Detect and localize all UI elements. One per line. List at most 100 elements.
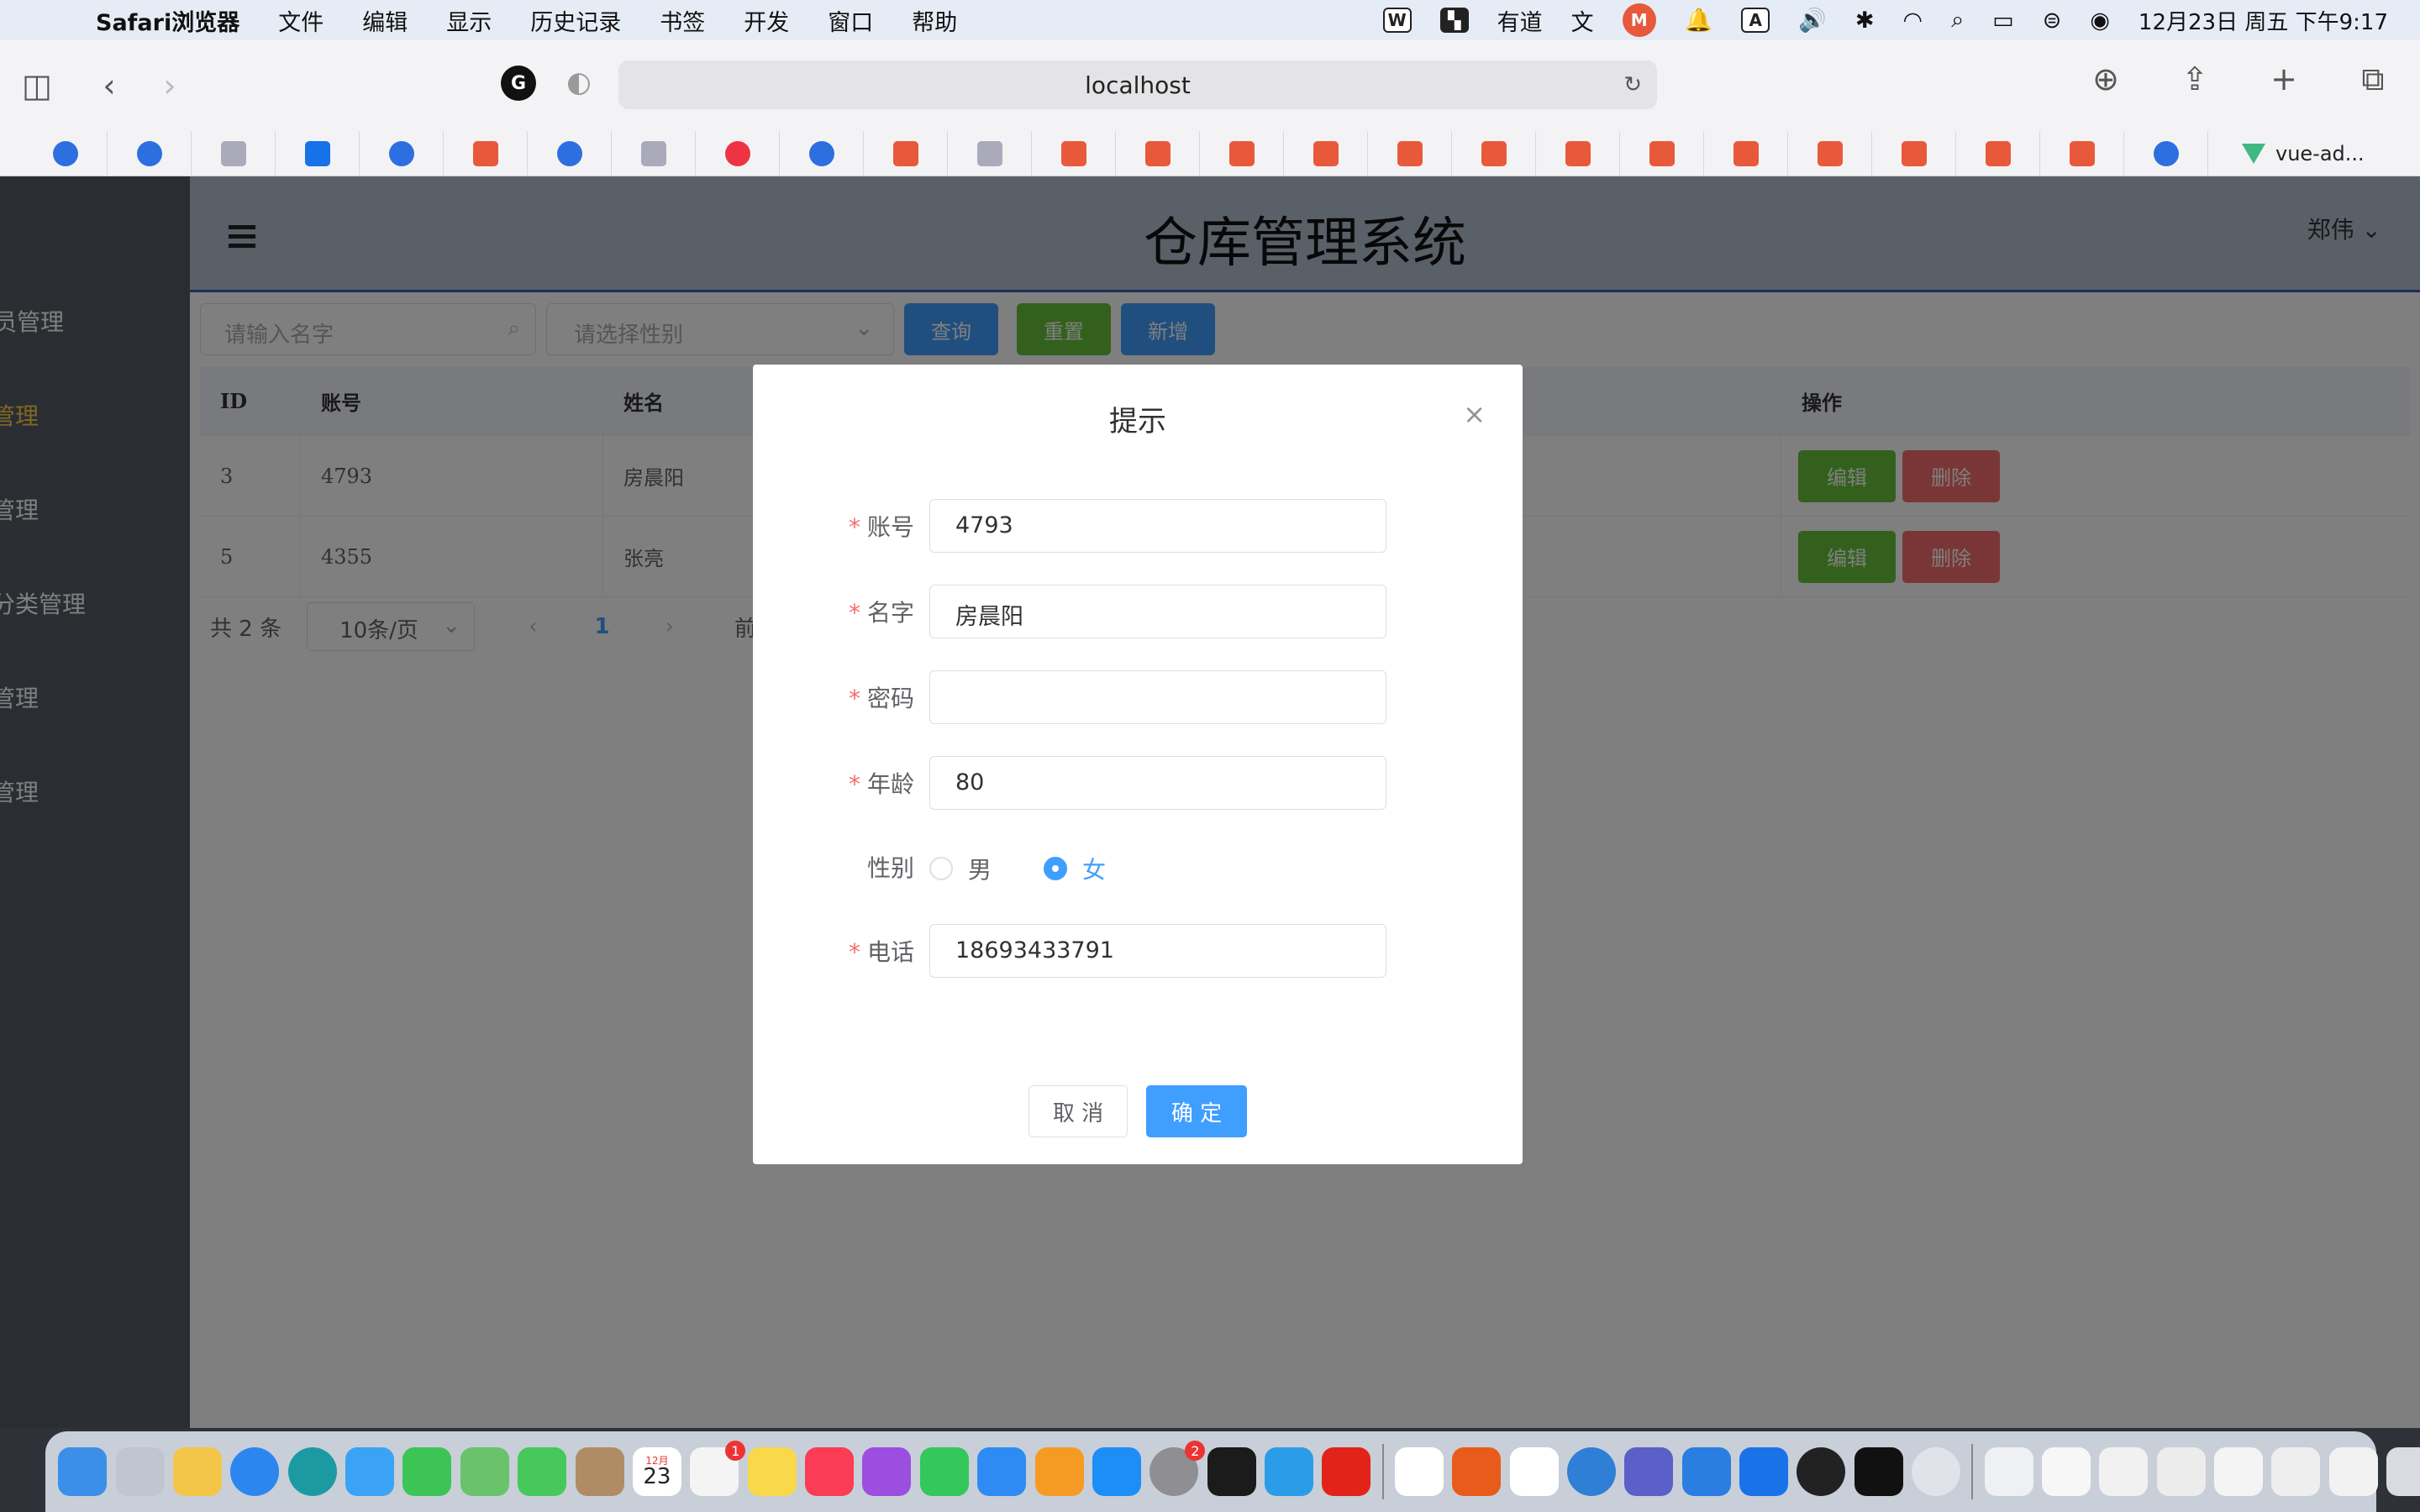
github-extension-icon[interactable]: G (501, 66, 536, 101)
wps-status-icon[interactable]: W (1382, 8, 1412, 33)
menu-file[interactable]: 文件 (278, 4, 324, 37)
bookmark-csdn[interactable] (1452, 130, 1536, 176)
menu-view[interactable]: 显示 (446, 4, 492, 37)
intellij-icon[interactable] (1854, 1447, 1903, 1496)
translate-status-icon[interactable]: 文 (1571, 4, 1594, 37)
photos-icon[interactable] (172, 1447, 222, 1496)
password-field[interactable] (929, 670, 1386, 724)
teams-icon[interactable] (1624, 1447, 1674, 1496)
confirm-button[interactable]: 确 定 (1146, 1085, 1247, 1137)
control-center-icon[interactable]: ⊜ (2043, 8, 2062, 34)
cancel-button[interactable]: 取 消 (1028, 1085, 1128, 1137)
bookmark-csdn[interactable] (1704, 130, 1788, 176)
tencent-meeting-icon[interactable] (1739, 1447, 1789, 1496)
facetime-icon[interactable] (402, 1447, 452, 1496)
mango-status-icon[interactable]: M (1622, 3, 1656, 37)
forward-icon[interactable]: › (139, 67, 200, 104)
bookmark-baidu[interactable] (780, 130, 864, 176)
bookmark-scholar[interactable] (612, 130, 696, 176)
bookmark-baidu[interactable] (528, 130, 612, 176)
recent-file-icon[interactable] (2099, 1447, 2149, 1496)
bookmark-baidu[interactable] (2124, 130, 2208, 176)
spotlight-search-icon[interactable]: ⌕ (1951, 7, 1964, 34)
new-tab-icon[interactable]: + (2254, 60, 2314, 98)
menu-develop[interactable]: 开发 (744, 4, 789, 37)
trash-icon[interactable] (2386, 1447, 2420, 1496)
bookmark-zhihu[interactable] (276, 130, 360, 176)
name-field[interactable]: 房晨阳 (929, 585, 1386, 638)
arduino-icon[interactable] (287, 1447, 337, 1496)
youku-icon[interactable] (1509, 1447, 1559, 1496)
terminal-icon[interactable] (1207, 1447, 1256, 1496)
close-icon[interactable]: × (1463, 398, 1486, 430)
age-field[interactable]: 80 (929, 756, 1386, 810)
reload-icon[interactable]: ↻ (1623, 72, 1642, 97)
privacy-shield-icon[interactable]: ◐ (566, 66, 592, 99)
recent-file-icon[interactable] (1984, 1447, 2033, 1496)
menu-edit[interactable]: 编辑 (362, 4, 408, 37)
share-icon[interactable]: ⇪ (2165, 60, 2225, 98)
pages-icon[interactable] (1034, 1447, 1084, 1496)
safari-icon[interactable] (230, 1447, 280, 1496)
recent-file-icon[interactable] (2156, 1447, 2206, 1496)
account-field[interactable]: 4793 (929, 499, 1386, 553)
bookmark-csdn[interactable] (1032, 130, 1116, 176)
phone-field[interactable]: 18693433791 (929, 924, 1386, 978)
bookmark-audio[interactable] (696, 130, 780, 176)
launchpad-icon[interactable] (115, 1447, 165, 1496)
wifi-icon[interactable]: ◠ (1903, 8, 1923, 34)
address-bar[interactable]: localhost ↻ (618, 60, 1657, 109)
recent-file-icon[interactable] (2041, 1447, 2091, 1496)
bookmark-csdn[interactable] (1284, 130, 1368, 176)
finder-icon[interactable] (58, 1447, 108, 1496)
recent-file-icon[interactable] (2328, 1447, 2378, 1496)
mail-icon[interactable] (345, 1447, 395, 1496)
app-store-icon[interactable] (1092, 1447, 1141, 1496)
map-status-icon[interactable]: ▚ (1439, 8, 1469, 33)
bookmark-baidu[interactable] (108, 130, 192, 176)
battery-icon[interactable]: ▭ (1992, 8, 2014, 34)
gender-radio-female[interactable]: 女 (1044, 852, 1106, 885)
numbers-icon[interactable] (919, 1447, 969, 1496)
menu-app-name[interactable]: Safari浏览器 (96, 4, 239, 37)
reminders-icon[interactable]: 1 (690, 1441, 746, 1496)
bookmark-csdn[interactable] (1536, 130, 1620, 176)
sidebar-toggle-icon[interactable]: ◫ (7, 67, 67, 104)
calendar-icon[interactable]: 12月 23 (632, 1447, 681, 1496)
bookmark-csdn[interactable] (864, 130, 948, 176)
vscode-icon[interactable] (1265, 1447, 1314, 1496)
bookmark-baidu[interactable] (360, 130, 444, 176)
siri-icon[interactable]: ◉ (2090, 8, 2110, 34)
bookmark-csdn[interactable] (1116, 130, 1200, 176)
music-icon[interactable] (805, 1447, 855, 1496)
bookmark-csdn[interactable] (1788, 130, 1872, 176)
back-icon[interactable]: ‹ (79, 67, 139, 104)
menu-bookmarks[interactable]: 书签 (660, 4, 705, 37)
bell-icon[interactable]: 🔔 (1685, 7, 1713, 34)
bookmark-csdn[interactable] (1368, 130, 1452, 176)
keynote-icon[interactable] (977, 1447, 1027, 1496)
bookmark-csdn[interactable] (1956, 130, 2040, 176)
contacts-icon[interactable] (575, 1447, 624, 1496)
downloads-icon[interactable]: ⊕ (2075, 60, 2136, 98)
recent-file-icon[interactable] (2271, 1447, 2321, 1496)
youdao-dict-icon[interactable] (1322, 1447, 1371, 1496)
system-settings-icon[interactable]: 2 (1150, 1441, 1206, 1496)
gender-radio-male[interactable]: 男 (929, 852, 992, 885)
bookmark-csdn[interactable] (1872, 130, 1956, 176)
input-method-icon[interactable]: A (1741, 8, 1770, 33)
bluetooth-icon[interactable]: ✱ (1855, 8, 1875, 34)
volume-icon[interactable]: 🔊 (1798, 7, 1827, 34)
menu-window[interactable]: 窗口 (828, 4, 873, 37)
tab-overview-icon[interactable]: ⧉ (2343, 60, 2403, 98)
messages-icon[interactable] (518, 1447, 567, 1496)
qq-icon[interactable] (1797, 1447, 1846, 1496)
bookmark-jask[interactable] (192, 130, 276, 176)
bookmark-vue-admin[interactable]: vue-ad... (2242, 142, 2365, 165)
podcasts-icon[interactable] (862, 1447, 912, 1496)
recent-file-icon[interactable] (2214, 1447, 2264, 1496)
youdao-status-label[interactable]: 有道 (1497, 4, 1543, 37)
bookmark-baidu[interactable] (24, 130, 108, 176)
bookmark-web[interactable] (948, 130, 1032, 176)
color-picker-icon[interactable] (1912, 1447, 1961, 1496)
